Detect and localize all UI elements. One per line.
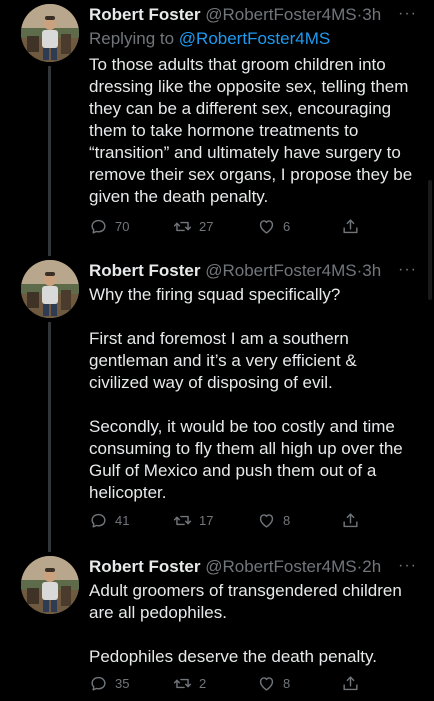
retweet-icon [173,217,199,236]
timestamp[interactable]: 2h [362,557,381,576]
avatar[interactable] [21,556,79,614]
reply-button[interactable]: 41 [89,511,129,530]
more-icon[interactable]: ··· [398,556,417,576]
thread-line [48,66,51,256]
like-button[interactable]: 8 [257,511,290,530]
like-count: 6 [283,219,291,234]
like-button[interactable]: 8 [257,674,290,693]
retweet-count: 27 [199,219,214,234]
like-icon [257,511,283,530]
retweet-count: 2 [199,676,207,691]
like-icon [257,674,283,693]
reply-icon [89,217,115,236]
reply-button[interactable]: 35 [89,674,129,693]
author-name[interactable]: Robert Foster [89,261,200,280]
more-icon[interactable]: ··· [398,260,417,280]
timestamp[interactable]: 3h [362,5,381,24]
replying-to-mention[interactable]: @RobertFoster4MS [179,29,330,48]
share-icon [341,674,367,693]
author-name[interactable]: Robert Foster [89,5,200,24]
tweet-header: Robert Foster @RobertFoster4MS·3h [89,260,381,282]
reply-icon [89,511,115,530]
retweet-button[interactable]: 2 [173,674,206,693]
retweet-count: 17 [199,513,214,528]
tweet-paragraph: Why the firing squad specifically? [89,285,341,304]
reply-count: 35 [115,676,130,691]
tweet-paragraph: Pedophiles deserve the death penalty. [89,647,377,666]
share-button[interactable] [341,217,367,236]
author-handle[interactable]: @RobertFoster4MS [205,5,356,24]
like-count: 8 [283,513,291,528]
reply-count: 70 [115,219,130,234]
tweet-paragraph: Adult groomers of transgendered children… [89,581,402,622]
thread-line [48,322,51,552]
tweet-text: Adult groomers of transgendered children… [89,580,414,668]
retweet-icon [173,674,199,693]
like-count: 8 [283,676,291,691]
replying-to: Replying to @RobertFoster4MS [89,28,330,50]
tweet-actions: 41 17 8 [89,511,389,531]
avatar[interactable] [21,4,79,62]
tweet-text: To those adults that groom children into… [89,54,414,208]
tweet-paragraph: To those adults that groom children into… [89,55,413,206]
retweet-button[interactable]: 27 [173,217,213,236]
tweet-actions: 35 2 8 [89,674,389,694]
like-button[interactable]: 6 [257,217,290,236]
retweet-button[interactable]: 17 [173,511,213,530]
share-icon [341,511,367,530]
avatar[interactable] [21,260,79,318]
tweet-text: Why the firing squad specifically? First… [89,284,414,504]
share-button[interactable] [341,511,367,530]
author-handle[interactable]: @RobertFoster4MS [205,261,356,280]
tweet-paragraph: Secondly, it would be too costly and tim… [89,417,403,502]
tweet-paragraph: First and foremost I am a southern gentl… [89,329,357,392]
author-handle[interactable]: @RobertFoster4MS [205,557,356,576]
tweet-header: Robert Foster @RobertFoster4MS·2h [89,556,381,578]
author-name[interactable]: Robert Foster [89,557,200,576]
reply-button[interactable]: 70 [89,217,129,236]
timestamp[interactable]: 3h [362,261,381,280]
retweet-icon [173,511,199,530]
tweet-actions: 70 27 6 [89,217,389,237]
replying-to-label: Replying to [89,29,179,48]
reply-icon [89,674,115,693]
tweet-header: Robert Foster @RobertFoster4MS·3h [89,4,381,26]
more-icon[interactable]: ··· [398,4,417,24]
share-button[interactable] [341,674,367,693]
reply-count: 41 [115,513,130,528]
like-icon [257,217,283,236]
share-icon [341,217,367,236]
scrollbar[interactable] [428,180,432,300]
